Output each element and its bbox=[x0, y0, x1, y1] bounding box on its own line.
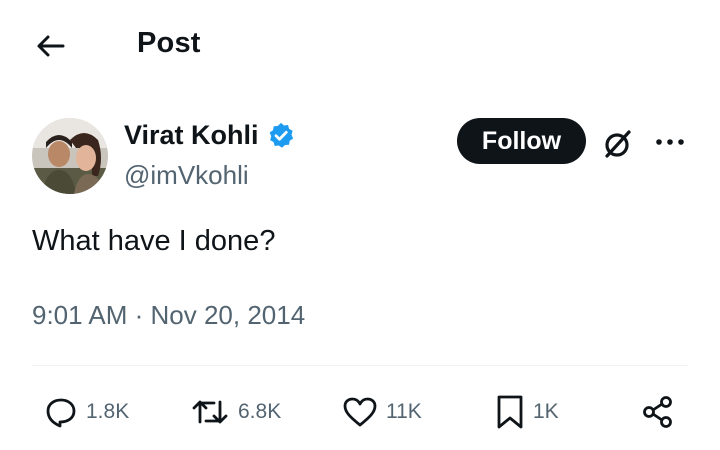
bookmark-count: 1K bbox=[533, 400, 559, 423]
grok-icon bbox=[605, 130, 631, 158]
page-title: Post bbox=[137, 27, 201, 59]
tweet-text: What have I done? bbox=[32, 225, 276, 257]
top-bar: Post bbox=[0, 0, 720, 92]
author-name[interactable]: Virat Kohli bbox=[124, 120, 259, 151]
author-row: Virat Kohli bbox=[124, 120, 296, 151]
more-options-button[interactable] bbox=[650, 124, 690, 160]
reply-button[interactable]: 1.8K bbox=[44, 392, 129, 432]
arrow-left-icon bbox=[37, 35, 65, 57]
bookmark-icon bbox=[497, 395, 523, 429]
heart-icon bbox=[343, 397, 377, 427]
like-count: 11K bbox=[386, 400, 422, 423]
like-button[interactable]: 11K bbox=[342, 392, 422, 432]
repost-button[interactable]: 6.8K bbox=[190, 392, 281, 432]
grok-button[interactable] bbox=[598, 124, 638, 164]
share-icon bbox=[643, 396, 672, 428]
divider bbox=[32, 365, 688, 366]
reply-icon bbox=[46, 398, 76, 428]
reply-count: 1.8K bbox=[86, 400, 130, 423]
bookmark-button[interactable]: 1K bbox=[495, 392, 559, 432]
tweet-timestamp[interactable]: 9:01 AM · Nov 20, 2014 bbox=[32, 300, 305, 331]
avatar-photo bbox=[32, 118, 108, 194]
verified-badge-icon[interactable] bbox=[266, 121, 296, 151]
repost-icon bbox=[192, 400, 228, 424]
author-handle[interactable]: @imVkohli bbox=[124, 160, 249, 191]
avatar[interactable] bbox=[32, 118, 108, 194]
share-button[interactable] bbox=[640, 392, 676, 432]
follow-button[interactable]: Follow bbox=[457, 118, 586, 164]
more-options-icon bbox=[656, 139, 684, 145]
repost-count: 6.8K bbox=[238, 400, 282, 423]
back-button[interactable] bbox=[30, 26, 70, 66]
